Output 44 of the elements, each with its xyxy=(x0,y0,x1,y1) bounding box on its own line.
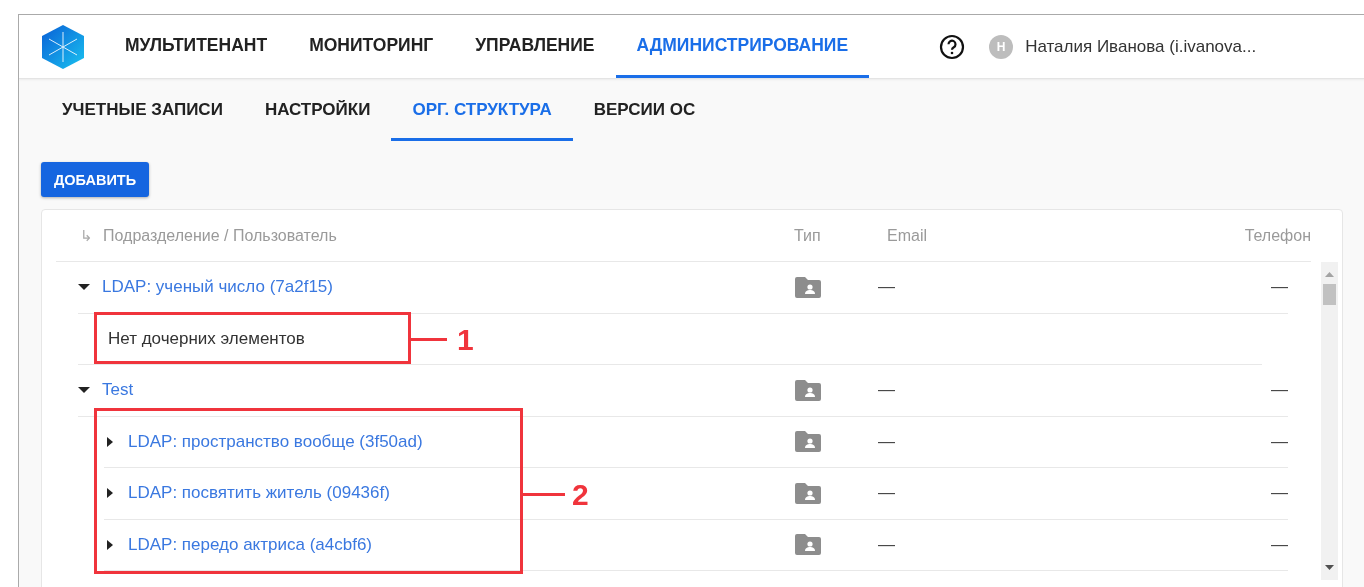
folder-user-icon xyxy=(795,276,821,298)
user-name[interactable]: Наталия Иванова (i.ivanova... xyxy=(1025,36,1257,57)
section-tab[interactable]: УЧЕТНЫЕ ЗАПИСИ xyxy=(41,79,244,141)
phone-cell-text: — xyxy=(1270,534,1288,555)
hexagon-logo-icon xyxy=(41,23,85,70)
unit-link[interactable]: LDAP: пространство вообще (3f50ad) xyxy=(128,431,423,452)
email-cell-text: — xyxy=(877,483,896,504)
unit-link[interactable]: LDAP: ученый число (7a2f15) xyxy=(102,277,333,298)
email-cell-text: — xyxy=(877,534,896,555)
subdirectory-arrow-icon: ↳ xyxy=(80,226,93,245)
section-tab[interactable]: ВЕРСИИ ОС xyxy=(572,79,717,141)
column-header: Тип xyxy=(794,226,822,245)
column-header: Телефон xyxy=(1243,226,1311,245)
folder-user-icon xyxy=(795,482,821,504)
column-header: Email xyxy=(886,226,928,245)
nav-tab[interactable]: МОНИТОРИНГ xyxy=(288,15,455,78)
unit-link[interactable]: LDAP: передо актриса (a4cbf6) xyxy=(128,534,372,555)
email-cell-text: — xyxy=(877,277,896,298)
empty-message: Нет дочерних элементов xyxy=(107,328,305,349)
caret-down-icon[interactable] xyxy=(78,385,90,396)
folder-user-icon xyxy=(795,379,821,401)
nav-tab[interactable]: МУЛЬТИТЕНАНТ xyxy=(104,15,289,78)
email-cell-text: — xyxy=(877,431,896,452)
unit-link[interactable]: Test xyxy=(102,380,134,401)
folder-user-icon xyxy=(795,534,821,556)
email-cell-text: — xyxy=(877,380,896,401)
help-icon[interactable] xyxy=(939,33,966,60)
caret-down-icon[interactable] xyxy=(78,282,90,293)
section-tab[interactable]: ОРГ. СТРУКТУРА xyxy=(391,79,573,141)
phone-cell-text: — xyxy=(1270,483,1288,504)
phone-cell-text: — xyxy=(1270,431,1288,452)
callout-number: 2 xyxy=(572,480,589,510)
phone-cell-text: — xyxy=(1270,277,1288,298)
add-button[interactable]: ДОБАВИТЬ xyxy=(41,162,150,197)
leader-line xyxy=(411,338,447,341)
callout-number: 1 xyxy=(457,325,474,355)
nav-tab[interactable]: УПРАВЛЕНИЕ xyxy=(454,15,616,78)
column-header: Подразделение / Пользователь xyxy=(103,226,337,245)
nav-tab[interactable]: АДМИНИСТРИРОВАНИЕ xyxy=(615,15,870,78)
unit-link[interactable]: LDAP: посвятить житель (09436f) xyxy=(128,483,390,504)
leader-line xyxy=(523,493,565,496)
section-tab[interactable]: НАСТРОЙКИ xyxy=(243,79,392,141)
folder-user-icon xyxy=(795,431,821,453)
phone-cell-text: — xyxy=(1270,380,1288,401)
